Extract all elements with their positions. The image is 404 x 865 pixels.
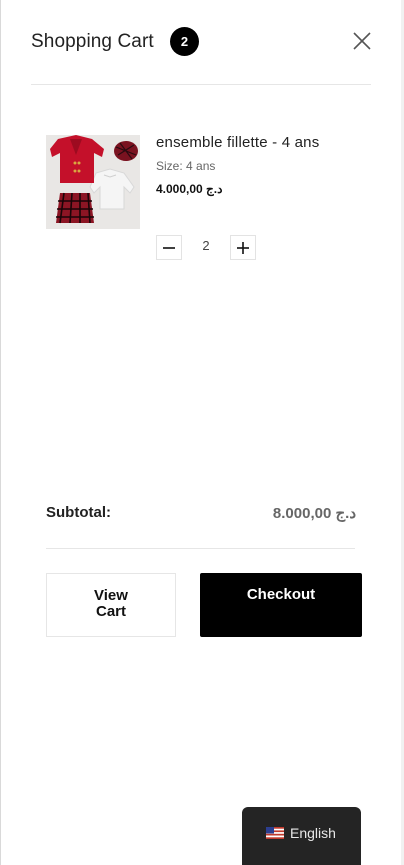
cart-title: Shopping Cart <box>31 31 154 52</box>
panel-left-border <box>0 0 1 865</box>
item-name-link[interactable]: ensemble fillette - 4 ans <box>156 134 326 152</box>
item-price: 4.000,00 د.ج <box>156 182 223 196</box>
quantity-stepper: 2 <box>156 235 256 261</box>
checkout-label: Checkout <box>246 586 316 603</box>
quantity-input[interactable]: 2 <box>182 235 230 260</box>
minus-icon <box>163 246 175 249</box>
language-label: English <box>290 825 336 841</box>
view-cart-label: View Cart <box>94 587 128 620</box>
subtotal-label: Subtotal: <box>46 504 111 521</box>
language-switcher[interactable]: English <box>242 807 361 865</box>
subtotal-value: 8.000,00 د.ج <box>272 505 356 522</box>
plus-icon <box>237 241 249 254</box>
header-divider <box>31 84 371 85</box>
close-icon <box>353 32 371 50</box>
cart-item: ensemble fillette - 4 ans Size: 4 ans 4.… <box>46 134 366 264</box>
product-thumbnail[interactable] <box>46 135 140 229</box>
cart-count-badge: 2 <box>170 27 199 56</box>
decrease-quantity-button[interactable] <box>156 235 182 260</box>
subtotal-row: Subtotal: 8.000,00 د.ج <box>46 502 356 524</box>
item-size: Size: 4 ans <box>156 159 216 173</box>
view-cart-button[interactable]: View Cart <box>46 573 176 637</box>
cart-header: Shopping Cart 2 <box>31 27 373 57</box>
product-image-icon <box>46 135 140 229</box>
close-button[interactable] <box>351 30 373 52</box>
footer-divider <box>46 548 355 549</box>
increase-quantity-button[interactable] <box>230 235 256 260</box>
item-details: ensemble fillette - 4 ans Size: 4 ans 4.… <box>156 134 356 196</box>
checkout-button[interactable]: Checkout <box>200 573 362 637</box>
us-flag-icon <box>266 827 284 839</box>
